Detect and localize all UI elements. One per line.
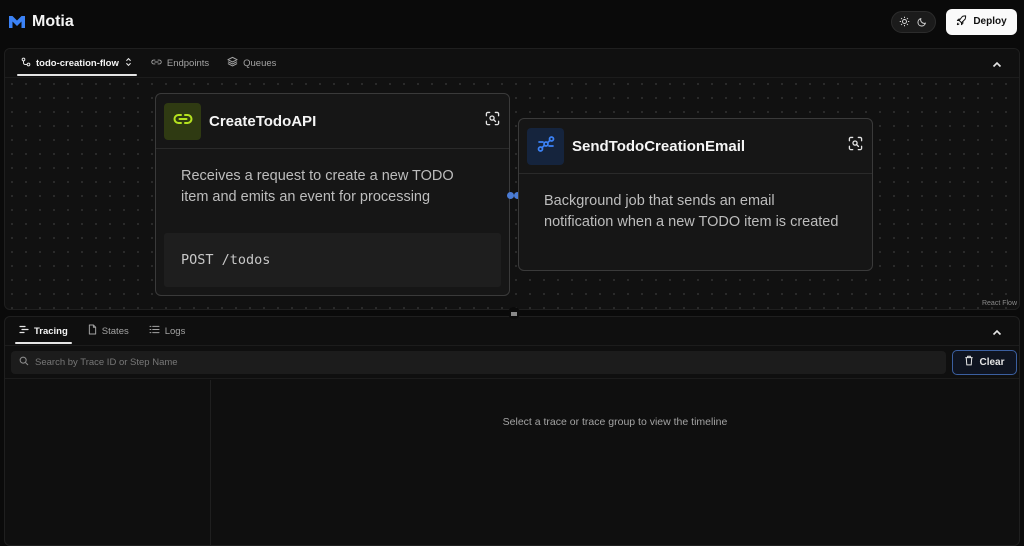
node-description: Receives a request to create a new TODO … (181, 168, 454, 205)
deploy-button[interactable]: Deploy (946, 8, 1017, 35)
tab-label: todo-creation-flow (36, 57, 119, 69)
bottom-panel: Tracing States Logs Search by Trace ID o… (4, 316, 1020, 546)
sun-icon[interactable] (897, 14, 913, 30)
grip-icon (510, 304, 518, 322)
link-icon (173, 112, 193, 131)
deploy-label: Deploy (973, 16, 1007, 27)
tab-todo-creation-flow[interactable]: todo-creation-flow (15, 49, 139, 78)
tab-queues[interactable]: Queues (221, 49, 282, 78)
focus-node-button[interactable] (846, 136, 864, 156)
theme-toggle[interactable] (891, 10, 936, 33)
flow-tabs: todo-creation-flow Endpoints Queues (5, 49, 1019, 78)
node-icon (527, 127, 564, 165)
brand[interactable]: Motia (8, 13, 74, 31)
tab-tracing[interactable]: Tracing (13, 317, 74, 346)
search-icon (19, 353, 29, 371)
node-icon (164, 102, 201, 140)
flow-collapse-button[interactable] (989, 56, 1005, 72)
node-endpoint: POST /todos (164, 233, 501, 287)
clear-button[interactable]: Clear (952, 349, 1017, 375)
chevron-up-icon (992, 55, 1002, 73)
motia-logo-icon (8, 14, 26, 30)
focus-node-button[interactable] (483, 111, 501, 131)
scan-search-icon (848, 136, 863, 156)
app-name: Motia (32, 12, 74, 30)
trace-list[interactable] (5, 380, 211, 545)
tab-endpoints[interactable]: Endpoints (145, 49, 215, 78)
tab-label: Tracing (34, 325, 68, 337)
node-description: Background job that sends an email notif… (544, 193, 839, 230)
tab-states[interactable]: States (82, 317, 135, 346)
chevron-up-down-icon[interactable] (124, 57, 133, 70)
tab-label: Logs (164, 325, 186, 337)
bottom-collapse-button[interactable] (989, 324, 1005, 340)
panel-resize-handle[interactable] (508, 307, 520, 319)
trace-search[interactable] (11, 350, 946, 374)
node-header: CreateTodoAPI (156, 94, 509, 149)
trace-timeline: Select a trace or trace group to view th… (211, 380, 1019, 545)
trace-search-input[interactable] (35, 356, 946, 368)
tab-label: States (101, 325, 129, 337)
flow-node-create-todo-api[interactable]: CreateTodoAPI Receives a request to crea… (155, 93, 510, 296)
file-icon (88, 324, 97, 338)
moon-icon[interactable] (914, 14, 930, 30)
tab-label: Queues (243, 57, 277, 69)
event-icon (536, 134, 556, 159)
list-icon (149, 325, 160, 337)
clear-label: Clear (979, 356, 1005, 368)
tracing-icon (19, 325, 29, 337)
tab-label: Endpoints (166, 57, 210, 69)
layers-icon (227, 56, 238, 70)
top-bar: Motia Deploy (0, 0, 1024, 43)
chevron-up-icon (992, 323, 1002, 341)
link-icon (151, 57, 162, 70)
node-output-handle[interactable] (507, 192, 514, 199)
node-header: SendTodoCreationEmail (519, 119, 872, 174)
tab-logs[interactable]: Logs (143, 317, 192, 346)
rocket-icon (956, 14, 967, 29)
flow-canvas-panel: todo-creation-flow Endpoints Queues Crea… (4, 48, 1020, 310)
scan-search-icon (485, 111, 500, 131)
node-title: CreateTodoAPI (209, 112, 317, 130)
trash-icon (964, 355, 974, 369)
trace-area: Select a trace or trace group to view th… (5, 380, 1019, 545)
empty-timeline-message: Select a trace or trace group to view th… (502, 415, 728, 428)
react-flow-attribution[interactable]: React Flow (980, 299, 1019, 308)
flow-node-send-todo-creation-email[interactable]: SendTodoCreationEmail Background job tha… (518, 118, 873, 271)
trace-search-row: Clear (5, 346, 1019, 379)
node-title: SendTodoCreationEmail (572, 137, 746, 155)
flow-icon (21, 57, 31, 70)
